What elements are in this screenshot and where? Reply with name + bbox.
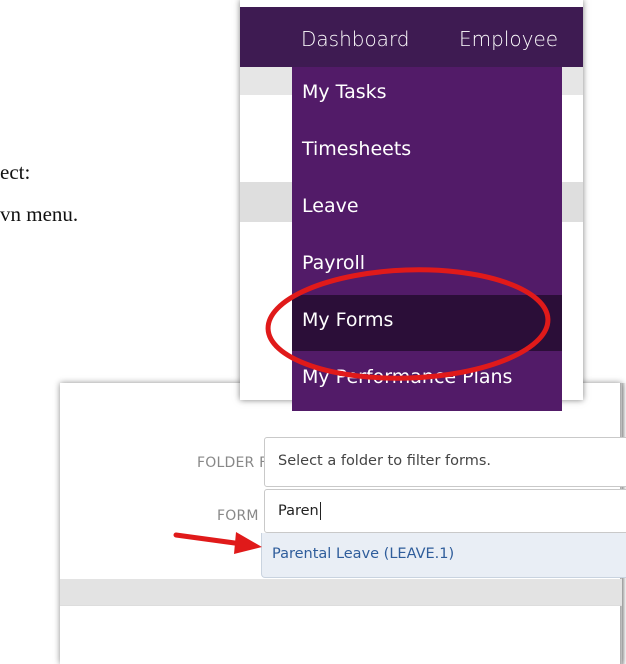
- form-search-input[interactable]: Paren: [264, 489, 626, 533]
- panel-gray-band: [60, 579, 622, 605]
- nav-item-employee[interactable]: Employee: [459, 27, 558, 51]
- document-text-line-2: vn menu.: [0, 202, 79, 226]
- document-text-line-1: ect:: [0, 160, 31, 184]
- form-input-text: Paren: [278, 503, 319, 519]
- red-ellipse-annotation: [265, 267, 551, 381]
- menu-item-leave[interactable]: Leave: [292, 181, 562, 237]
- form-selection-panel: FOLDER FILTER Select a folder to filter …: [60, 383, 626, 664]
- panel-divider: [60, 605, 622, 606]
- text-cursor: [319, 502, 321, 520]
- top-navigation-bar: Dashboard Employee: [240, 7, 583, 67]
- menu-item-label: My Tasks: [302, 81, 387, 103]
- form-suggestion-item[interactable]: Parental Leave (LEAVE.1): [261, 533, 626, 578]
- folder-filter-select[interactable]: Select a folder to filter forms.: [264, 437, 626, 487]
- menu-item-timesheets[interactable]: Timesheets: [292, 124, 562, 180]
- red-arrow-icon: [173, 532, 262, 554]
- nav-item-dashboard[interactable]: Dashboard: [301, 27, 410, 51]
- menu-item-my-tasks[interactable]: My Tasks: [292, 67, 562, 123]
- menu-item-label: Timesheets: [302, 138, 412, 160]
- form-suggestion-label: Parental Leave (LEAVE.1): [272, 546, 455, 562]
- form-label: FORM: [217, 508, 259, 524]
- form-input-value: Paren: [278, 502, 321, 520]
- folder-filter-placeholder: Select a folder to filter forms.: [278, 453, 492, 469]
- menu-item-label: Leave: [302, 195, 359, 217]
